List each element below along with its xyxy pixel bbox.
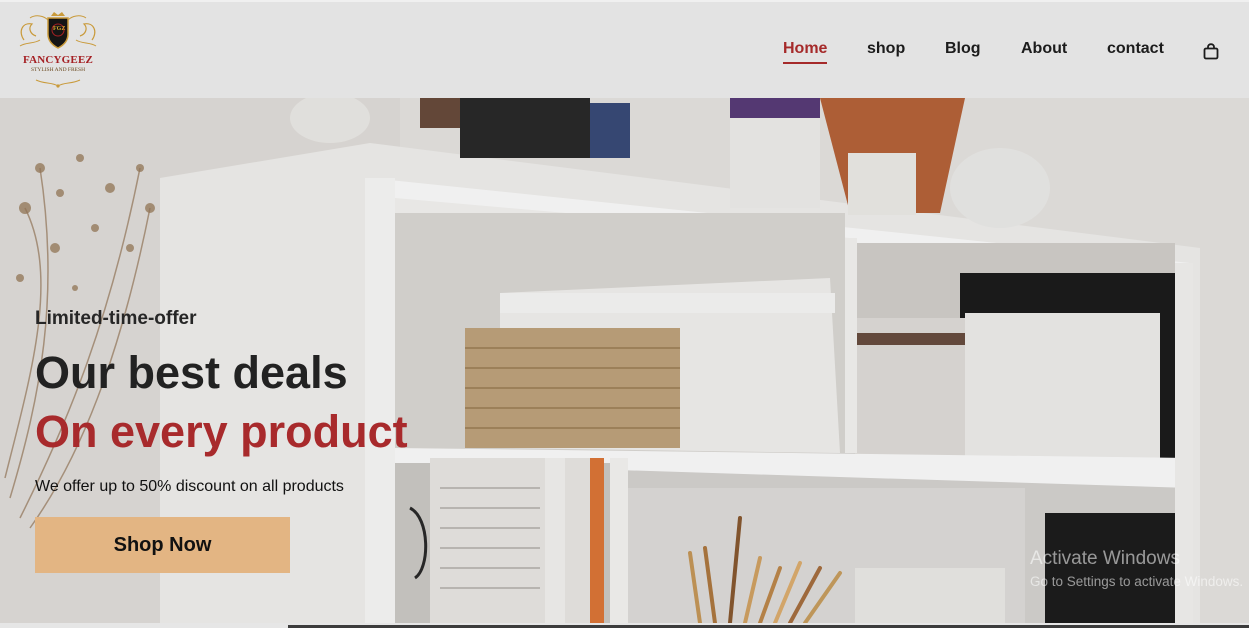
active-underline (783, 62, 828, 64)
nav-item-blog[interactable]: Blog (945, 40, 981, 58)
activation-watermark: Activate Windows Go to Settings to activ… (1030, 546, 1249, 596)
nav-item-label: Blog (945, 40, 981, 57)
nav-item-label: About (1021, 40, 1068, 57)
hero-content: Limited-time-offer Our best deals On eve… (35, 98, 635, 623)
nav-item-contact[interactable]: contact (1107, 40, 1164, 58)
watermark-subtitle: Go to Settings to activate Windows. (1030, 574, 1244, 589)
brand-tagline: STYLISH AND FRESH (30, 67, 86, 73)
cart-button[interactable] (1201, 42, 1221, 62)
hero-headline: Our best deals (35, 347, 348, 398)
page: FGZ FANCYGEEZ STYLISH AND FRESH Home sho… (0, 0, 1249, 628)
brand-monogram: FGZ (53, 26, 66, 32)
main-nav: Home shop Blog About contact (0, 40, 1249, 66)
hero-subtext: We offer up to 50% discount on all produ… (35, 478, 344, 495)
site-header: FGZ FANCYGEEZ STYLISH AND FRESH Home sho… (0, 0, 1249, 98)
shopping-bag-icon (1203, 43, 1219, 60)
page-bottom-edge (0, 623, 1249, 628)
hero-section: Limited-time-offer Our best deals On eve… (0, 98, 1249, 623)
nav-item-label: contact (1107, 40, 1164, 57)
shop-now-button[interactable]: Shop Now (35, 517, 290, 573)
nav-item-shop[interactable]: shop (867, 40, 905, 58)
nav-item-home[interactable]: Home (783, 40, 828, 64)
nav-item-about[interactable]: About (1021, 40, 1067, 58)
nav-item-label: Home (783, 40, 828, 57)
hero-headline-accent: On every product (35, 406, 408, 457)
watermark-title: Activate Windows (1030, 548, 1180, 569)
offer-eyebrow: Limited-time-offer (35, 308, 197, 329)
nav-item-label: shop (867, 40, 906, 57)
